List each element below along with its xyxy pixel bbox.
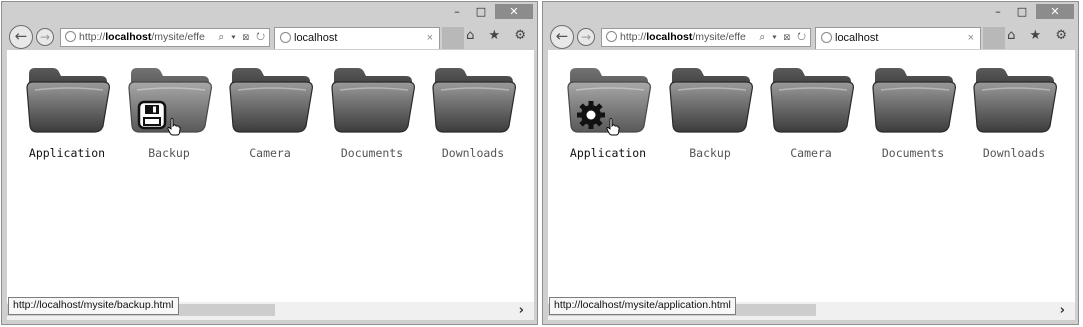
ie-page-icon [606, 31, 617, 42]
folder-label: Downloads [441, 146, 505, 160]
folder-icon [767, 60, 857, 140]
scroll-right-icon[interactable]: › [519, 302, 524, 320]
url-path: /mysite/effe [692, 31, 746, 43]
address-tools[interactable]: ⌕ ▾ ⊠ ↻ [216, 29, 267, 46]
tab-label: localhost [294, 32, 338, 44]
tab-close-icon[interactable]: × [427, 28, 433, 49]
url-host: localhost [646, 31, 693, 43]
minimize-button[interactable]: – [447, 4, 467, 19]
tab-localhost[interactable]: localhost × [274, 27, 440, 49]
status-bar-url: http://localhost/mysite/application.html [549, 297, 736, 315]
back-button[interactable]: ← [9, 25, 33, 49]
browser-window-left: – □ ✕ ← → http://localhost/mysite/effe ⌕… [1, 1, 538, 325]
folder-documents[interactable]: Documents [322, 60, 422, 170]
gear-icon [577, 101, 605, 129]
folder-icon [23, 60, 113, 140]
url-prefix: http:// [79, 31, 106, 43]
tab-localhost[interactable]: localhost × [815, 27, 981, 49]
new-tab-button[interactable] [442, 27, 464, 49]
url-path: /mysite/effe [151, 31, 205, 43]
browser-window-right: – □ ✕ ← → http://localhost/mysite/effe ⌕… [542, 1, 1079, 325]
tab-page-icon [280, 32, 291, 43]
tab-label: localhost [835, 32, 879, 44]
toolbar-icons[interactable]: ⌂ ★ ⚙ [466, 27, 531, 45]
address-bar[interactable]: http://localhost/mysite/effe ⌕ ▾ ⊠ ↻ [60, 28, 270, 47]
folder-application[interactable]: Application [558, 60, 658, 170]
tab-page-icon [821, 32, 832, 43]
address-bar[interactable]: http://localhost/mysite/effe ⌕ ▾ ⊠ ↻ [601, 28, 811, 47]
folder-icon [429, 60, 519, 140]
title-bar: – □ ✕ [543, 2, 1078, 22]
scroll-right-icon[interactable]: › [1060, 302, 1065, 320]
url-host: localhost [105, 31, 152, 43]
maximize-button[interactable]: □ [1012, 4, 1032, 19]
folder-documents[interactable]: Documents [863, 60, 963, 170]
nav-bar: ← → http://localhost/mysite/effe ⌕ ▾ ⊠ ↻… [543, 22, 1078, 50]
folder-downloads[interactable]: Downloads [964, 60, 1064, 170]
status-bar-url: http://localhost/mysite/backup.html [8, 297, 179, 315]
address-tools[interactable]: ⌕ ▾ ⊠ ↻ [757, 29, 808, 46]
hand-cursor-icon [606, 118, 620, 136]
folder-camera[interactable]: Camera [761, 60, 861, 170]
folder-camera[interactable]: Camera [220, 60, 320, 170]
folder-application[interactable]: Application [17, 60, 117, 170]
toolbar-icons[interactable]: ⌂ ★ ⚙ [1007, 27, 1072, 45]
page-content: Application Backup Camera Documents Down… [7, 50, 534, 302]
folder-backup[interactable]: Backup [660, 60, 760, 170]
folder-icon [869, 60, 959, 140]
new-tab-button[interactable] [983, 27, 1005, 49]
ie-page-icon [65, 31, 76, 42]
folder-icon [328, 60, 418, 140]
hand-cursor-icon [167, 118, 181, 136]
nav-bar: ← → http://localhost/mysite/effe ⌕ ▾ ⊠ ↻… [2, 22, 537, 50]
back-button[interactable]: ← [550, 25, 574, 49]
folder-downloads[interactable]: Downloads [423, 60, 523, 170]
folder-icon [226, 60, 316, 140]
forward-button[interactable]: → [36, 28, 54, 46]
close-button[interactable]: ✕ [1036, 4, 1074, 19]
folder-icon [666, 60, 756, 140]
floppy-disk-icon [137, 100, 167, 130]
forward-button[interactable]: → [577, 28, 595, 46]
maximize-button[interactable]: □ [471, 4, 491, 19]
minimize-button[interactable]: – [988, 4, 1008, 19]
url-prefix: http:// [620, 31, 647, 43]
folder-icon [970, 60, 1060, 140]
title-bar: – □ ✕ [2, 2, 537, 22]
folder-backup[interactable]: Backup [119, 60, 219, 170]
close-button[interactable]: ✕ [495, 4, 533, 19]
folder-label: Downloads [982, 146, 1046, 160]
tab-close-icon[interactable]: × [968, 28, 974, 49]
page-content: Application Backup Camera Documents Down… [548, 50, 1075, 302]
